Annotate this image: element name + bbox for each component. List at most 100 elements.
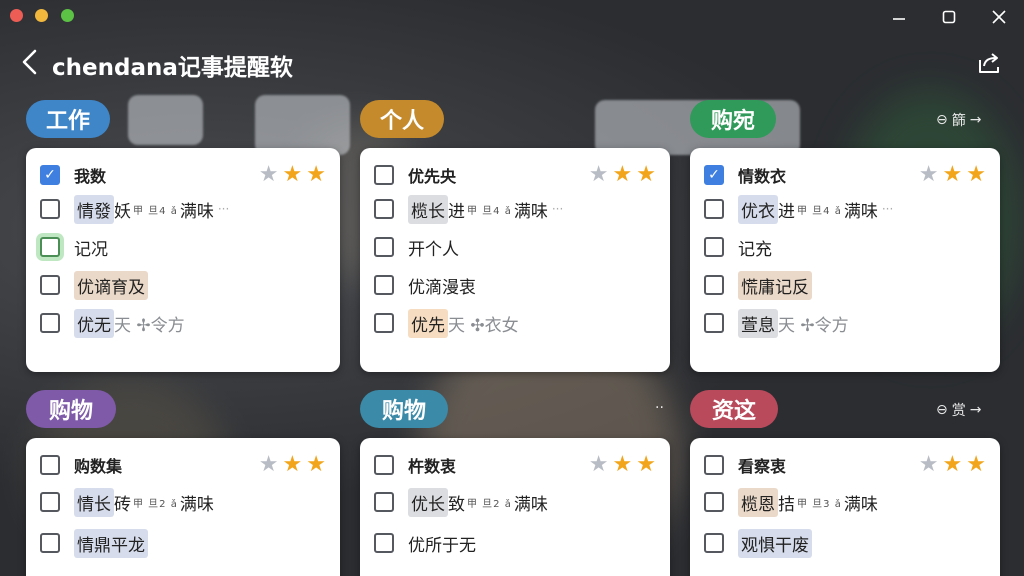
checkbox[interactable]	[40, 533, 60, 553]
checkbox[interactable]	[704, 455, 724, 475]
list-item[interactable]: 优先 天 ✣衣女	[374, 304, 656, 342]
checkbox-focused[interactable]	[40, 237, 60, 257]
priority-stars[interactable]: ★ ★ ★	[589, 162, 656, 187]
more-dots[interactable]: ···	[552, 202, 563, 216]
star-icon: ★	[942, 452, 963, 477]
checkbox[interactable]	[374, 492, 394, 512]
checkbox[interactable]	[40, 199, 60, 219]
list-item[interactable]: 情鼎平龙	[40, 524, 326, 562]
checkbox[interactable]	[40, 275, 60, 295]
item-tail: 满味	[179, 201, 214, 222]
close-icon[interactable]	[986, 4, 1012, 30]
list-item[interactable]: 优滴漫衷	[374, 266, 656, 304]
list-item[interactable]: 购数集 ★ ★ ★	[40, 450, 326, 480]
sort-icon: ⊖	[936, 402, 948, 418]
list-item[interactable]: 情长 砖 甲 旦2 ǎ 满味	[40, 480, 326, 524]
share-icon[interactable]	[974, 48, 1004, 78]
checkbox[interactable]	[704, 492, 724, 512]
sort-label: 赏	[951, 403, 966, 419]
item-label: 情长 砖 甲 旦2 ǎ 满味	[74, 487, 214, 517]
list-item[interactable]: 优衣 进 甲 旦4 ǎ 满味 ···	[704, 190, 986, 228]
checkbox-checked[interactable]: ✓	[704, 165, 724, 185]
sort-control[interactable]: ⊖ 篩 →	[936, 110, 981, 130]
checkbox[interactable]	[374, 165, 394, 185]
item-chip: 榄长	[408, 194, 448, 224]
item-annotation: 甲 旦4 ǎ	[467, 205, 512, 217]
maximize-icon[interactable]	[936, 4, 962, 30]
priority-stars[interactable]: ★ ★ ★	[259, 452, 326, 477]
checkbox[interactable]	[374, 313, 394, 333]
list-item[interactable]: 萱息 天 ✢令方	[704, 304, 986, 342]
list-item[interactable]: 慌庸记反	[704, 266, 986, 304]
checkbox[interactable]	[40, 313, 60, 333]
item-chip: 观惧干废	[738, 528, 812, 558]
checkbox[interactable]	[40, 492, 60, 512]
close-traffic-light[interactable]	[10, 9, 23, 22]
checkbox[interactable]	[374, 237, 394, 257]
more-label: ··	[655, 400, 664, 416]
category-tag-shopping[interactable]: 购宛	[690, 100, 776, 138]
checkbox[interactable]	[374, 533, 394, 553]
list-item[interactable]: 杵数衷 ★ ★ ★	[374, 450, 656, 480]
priority-stars[interactable]: ★ ★ ★	[919, 162, 986, 187]
category-tag-finance[interactable]: 资这	[690, 390, 778, 428]
list-item[interactable]: 记充	[704, 228, 986, 266]
checkbox[interactable]	[374, 455, 394, 475]
checkbox[interactable]	[374, 199, 394, 219]
item-chip: 优先	[408, 308, 448, 338]
list-item[interactable]: 优谪育及	[40, 266, 326, 304]
star-icon: ★	[966, 452, 986, 477]
category-tag-work[interactable]: 工作	[26, 100, 110, 138]
list-item[interactable]: 优先央 ★ ★ ★	[374, 160, 656, 190]
item-label: 情鼎平龙	[74, 528, 148, 558]
item-label: 开个人	[408, 239, 459, 260]
checkbox[interactable]	[374, 275, 394, 295]
checkbox[interactable]	[704, 237, 724, 257]
list-item[interactable]: 优所于无	[374, 524, 656, 562]
zoom-traffic-light[interactable]	[61, 9, 74, 22]
list-item[interactable]: 情發 妖 甲 旦4 ǎ 满味 ···	[40, 190, 326, 228]
checkbox[interactable]	[40, 455, 60, 475]
list-item[interactable]: 看察衷 ★ ★ ★	[704, 450, 986, 480]
list-item[interactable]: 观惧干废	[704, 524, 986, 562]
star-icon: ★	[612, 162, 633, 187]
checkbox-checked[interactable]: ✓	[40, 165, 60, 185]
list-item[interactable]: ✓ 情数衣 ★ ★ ★	[704, 160, 986, 190]
more-control[interactable]: ··	[655, 400, 664, 416]
list-item[interactable]: 优长 致 甲 旦2 ǎ 满味	[374, 480, 656, 524]
category-tag-shopping-3[interactable]: 购物	[360, 390, 448, 428]
minimize-icon[interactable]	[886, 4, 912, 30]
item-extra: 砖	[114, 494, 131, 515]
star-icon: ★	[282, 162, 303, 187]
priority-stars[interactable]: ★ ★ ★	[259, 162, 326, 187]
list-item[interactable]: 榄恩 拮 甲 旦3 ǎ 满味	[704, 480, 986, 524]
item-chip: 情鼎平龙	[74, 528, 148, 558]
list-item[interactable]: 开个人	[374, 228, 656, 266]
priority-stars[interactable]: ★ ★ ★	[589, 452, 656, 477]
minimize-traffic-light[interactable]	[35, 9, 48, 22]
list-item[interactable]: 榄长 进 甲 旦4 ǎ 满味 ···	[374, 190, 656, 228]
priority-stars[interactable]: ★ ★ ★	[919, 452, 986, 477]
more-dots[interactable]: ···	[882, 202, 893, 216]
category-tag-personal[interactable]: 个人	[360, 100, 444, 138]
todo-card-shopping-3: 杵数衷 ★ ★ ★ 优长 致 甲 旦2 ǎ 满味 优所于无	[360, 438, 670, 576]
list-item[interactable]: 记况	[40, 228, 326, 266]
todo-card-personal: 优先央 ★ ★ ★ 榄长 进 甲 旦4 ǎ 满味 ··· 开个人 优滴漫衷 优先…	[360, 148, 670, 372]
sort-control-2[interactable]: ⊖ 赏 →	[936, 400, 981, 420]
checkbox[interactable]	[704, 313, 724, 333]
star-icon: ★	[282, 452, 303, 477]
item-chip: 情發	[74, 194, 114, 224]
category-tag-shopping-2[interactable]: 购物	[26, 390, 116, 428]
checkbox[interactable]	[704, 275, 724, 295]
checkbox[interactable]	[704, 199, 724, 219]
item-label: 萱息 天 ✢令方	[738, 308, 849, 338]
back-arrow-icon[interactable]	[16, 46, 44, 78]
item-label: 优先 天 ✣衣女	[408, 308, 519, 338]
checkbox[interactable]	[704, 533, 724, 553]
item-label: 慌庸记反	[738, 270, 812, 300]
list-item[interactable]: 优无 天 ✢令方	[40, 304, 326, 342]
star-icon: ★	[918, 452, 939, 477]
more-dots[interactable]: ···	[218, 202, 229, 216]
item-extra: 进	[448, 201, 465, 222]
list-item[interactable]: ✓ 我数 ★ ★ ★	[40, 160, 326, 190]
